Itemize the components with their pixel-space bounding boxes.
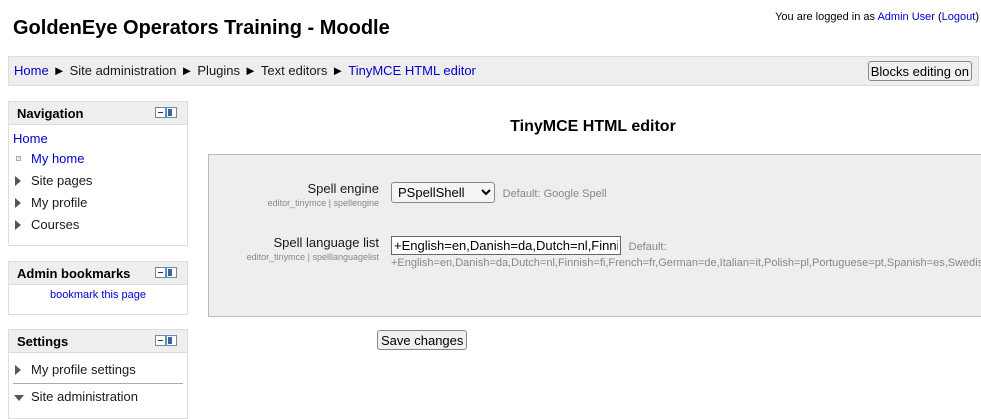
spell-language-label-group: Spell language list editor_tinymce | spe… [247, 235, 379, 262]
nav-item-label: My home [31, 151, 85, 166]
nav-item-my-profile[interactable]: My profile [13, 192, 183, 214]
settings-form: Spell engine editor_tinymce | spellengin… [208, 154, 981, 317]
nav-item-label: Courses [31, 217, 80, 232]
blocks-editing-button[interactable]: Blocks editing on [867, 61, 972, 81]
login-info: You are logged in as Admin User (Logout) [775, 11, 979, 23]
spell-engine-label-group: Spell engine editor_tinymce | spellengin… [268, 181, 379, 208]
breadcrumb-separator: ► [52, 63, 66, 78]
breadcrumb-home[interactable]: Home [14, 63, 49, 78]
hide-block-icon[interactable] [155, 335, 166, 346]
breadcrumb-tinymce[interactable]: TinyMCE HTML editor [348, 63, 476, 78]
spell-language-default-label: Default: [628, 241, 667, 253]
admin-bookmarks-block: Admin bookmarks bookmark this page [8, 261, 188, 315]
breadcrumb-plugins[interactable]: Plugins [197, 63, 240, 78]
navigation-block-header: Navigation [9, 102, 187, 125]
spell-language-default-value: +English=en,Danish=da,Dutch=nl,Finnish=f… [391, 257, 981, 269]
dock-block-icon[interactable] [166, 107, 177, 118]
nav-home-link[interactable]: Home [13, 129, 183, 148]
settings-item-label: Site administration [31, 389, 138, 404]
logout-close: ) [975, 11, 979, 23]
breadcrumb-separator: ► [244, 63, 257, 78]
navigation-block: Navigation Home My home Site pages My pr… [8, 101, 188, 246]
spell-engine-field: PSpellShell Default: Google Spell [391, 182, 607, 203]
collapse-arrow-icon [14, 395, 24, 401]
breadcrumb-site-admin[interactable]: Site administration [70, 63, 177, 78]
expand-arrow-icon [15, 365, 21, 375]
spell-engine-label: Spell engine [307, 181, 379, 196]
breadcrumb: Home ► Site administration ► Plugins ► Text ed… [14, 63, 476, 78]
spell-engine-key: editor_tinymce | spellengine [267, 198, 379, 208]
expand-arrow-icon [15, 176, 21, 186]
navbar: Home ► Site administration ► Plugins ► Text ed… [8, 56, 979, 86]
settings-block: Settings My profile settings Site admini… [8, 329, 188, 419]
nav-item-label: Site pages [31, 173, 93, 188]
navigation-block-title: Navigation [17, 106, 84, 121]
site-title: GoldenEye Operators Training - Moodle [13, 17, 390, 39]
hide-block-icon[interactable] [155, 267, 166, 278]
logout-open: ( [934, 11, 942, 23]
dock-block-icon[interactable] [166, 335, 177, 346]
spell-language-field: Default: +English=en,Danish=da,Dutch=nl,… [391, 236, 981, 269]
breadcrumb-text-editors[interactable]: Text editors [261, 63, 327, 78]
breadcrumb-separator: ► [180, 63, 194, 78]
logout-link[interactable]: Logout [942, 11, 976, 23]
expand-arrow-icon [15, 220, 21, 230]
login-prefix: You are logged in as [775, 11, 878, 23]
nav-item-my-home[interactable]: My home [13, 148, 183, 170]
nav-item-courses[interactable]: Courses [13, 214, 183, 236]
admin-bookmarks-title: Admin bookmarks [17, 266, 131, 281]
spell-engine-select[interactable]: PSpellShell [391, 182, 495, 203]
settings-block-header: Settings [9, 330, 187, 353]
user-profile-link[interactable]: Admin User [877, 11, 934, 23]
save-changes-button[interactable]: Save changes [377, 330, 468, 350]
block-controls [155, 335, 177, 346]
breadcrumb-separator: ► [331, 63, 345, 78]
bookmark-this-page-link[interactable]: bookmark this page [9, 285, 187, 303]
nav-item-label: My profile [31, 195, 88, 210]
hide-block-icon[interactable] [155, 107, 166, 118]
settings-block-body: My profile settings Site administration [9, 353, 187, 414]
settings-block-title: Settings [17, 334, 69, 349]
settings-item-label: My profile settings [31, 362, 136, 377]
spell-language-label: Spell language list [273, 235, 379, 250]
block-controls [155, 107, 177, 118]
navigation-block-body: Home My home Site pages My profile Cours… [9, 125, 187, 242]
nav-item-site-pages[interactable]: Site pages [13, 170, 183, 192]
dock-block-icon[interactable] [166, 267, 177, 278]
block-controls [155, 267, 177, 278]
settings-item-my-profile[interactable]: My profile settings [13, 359, 183, 381]
spell-language-key: editor_tinymce | spelllanguagelist [246, 252, 379, 262]
expand-arrow-icon [15, 198, 21, 208]
page-title: TinyMCE HTML editor [510, 118, 676, 135]
bullet-icon [16, 156, 21, 161]
spell-language-input[interactable] [391, 236, 621, 255]
admin-bookmarks-header: Admin bookmarks [9, 262, 187, 285]
spell-engine-default: Default: Google Spell [502, 188, 607, 200]
divider [13, 383, 183, 384]
settings-item-site-admin[interactable]: Site administration [13, 386, 183, 408]
